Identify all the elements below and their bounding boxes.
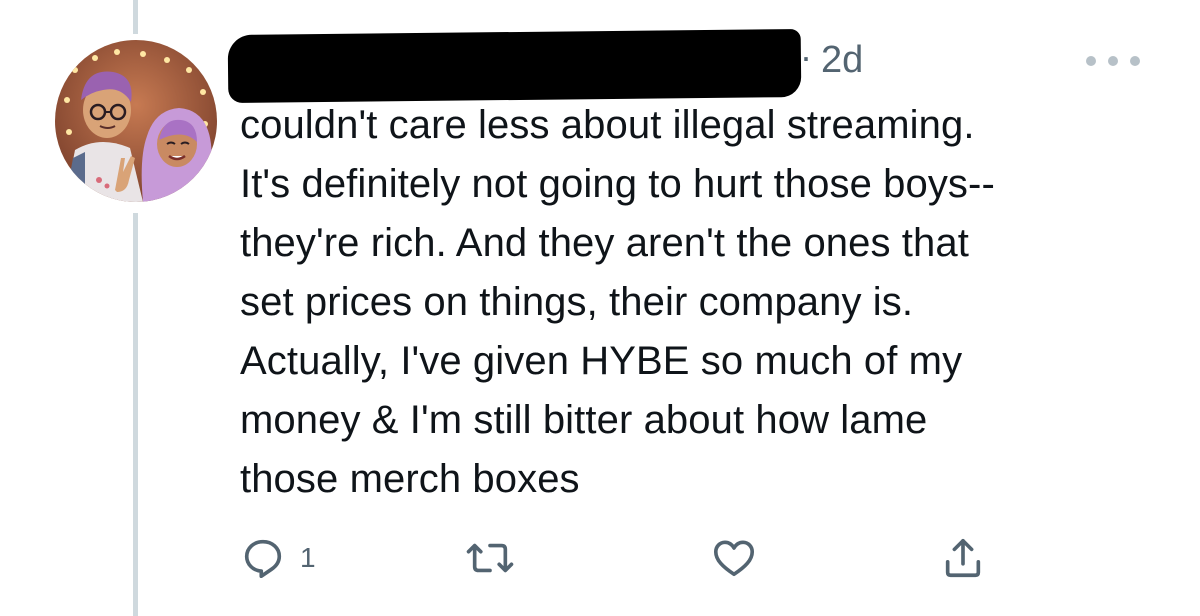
more-options-icon[interactable]: [1086, 46, 1140, 76]
avatar[interactable]: [55, 40, 217, 202]
like-button[interactable]: [710, 528, 758, 588]
retweet-icon: [466, 543, 514, 573]
tweet-timestamp[interactable]: 2d: [821, 36, 863, 84]
reply-count: 1: [300, 542, 316, 573]
tweet-actions: 1: [240, 528, 1000, 588]
header-separator: ·: [800, 36, 812, 77]
retweet-button[interactable]: [465, 528, 515, 588]
tweet-text-line: Actually, I've given HYBE so much of my: [240, 339, 963, 383]
thread-line-bottom: [133, 213, 138, 616]
share-button[interactable]: [940, 528, 986, 588]
tweet-text-line: they're rich. And they aren't the ones t…: [240, 221, 969, 265]
share-icon: [945, 538, 981, 578]
avatar-illustration: [55, 40, 217, 202]
tweet-text-line: those merch boxes: [240, 457, 580, 501]
thread-line-top: [133, 0, 138, 34]
tweet-text: couldn't care less about illegal streami…: [240, 96, 1170, 509]
reply-icon: [244, 539, 282, 579]
reply-button[interactable]: 1: [240, 528, 316, 588]
tweet-header: · 2d: [227, 22, 1158, 103]
tweet-text-line: money & I'm still bitter about how lame: [240, 398, 928, 442]
like-icon: [713, 540, 755, 577]
tweet-text-line: It's definitely not going to hurt those …: [240, 162, 995, 206]
redacted-username: [227, 29, 802, 103]
tweet-text-line: set prices on things, their company is.: [240, 280, 914, 324]
tweet-text-line: couldn't care less about illegal streami…: [240, 103, 975, 147]
